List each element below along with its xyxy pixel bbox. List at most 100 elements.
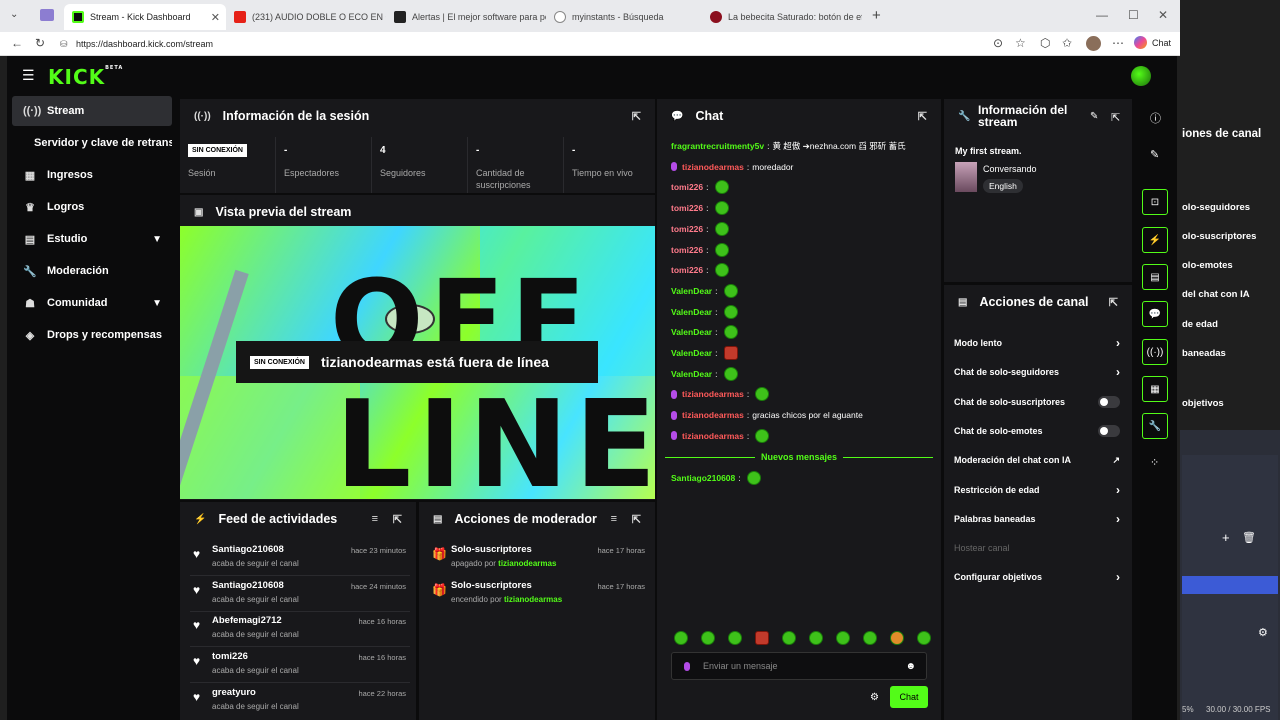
sidebar-item-estudio[interactable]: ▤ Estudio ▼ [12, 224, 172, 254]
emoji-picker-icon[interactable]: ☻ [905, 661, 916, 672]
chat-send-button[interactable]: Chat [890, 686, 928, 708]
list-item[interactable]: ♥ Santiago210608 acaba de seguir el canal h… [190, 542, 410, 576]
rail-nodes-icon[interactable]: ⁘ [1150, 456, 1159, 469]
list-item[interactable]: ♥ Santiago210608 acaba de seguir el canal h… [190, 578, 410, 612]
rail-wrench-icon[interactable]: 🔧 [1142, 413, 1168, 439]
chat-input[interactable]: Enviar un mensaje ☻ [671, 652, 927, 680]
chat-username[interactable]: tomi226 [671, 224, 703, 234]
more-menu-icon[interactable]: ⋯ [1112, 36, 1124, 50]
obs-add-icon[interactable]: + [1222, 530, 1230, 545]
mod-by-user[interactable]: tizianodearmas [498, 559, 556, 568]
category-name[interactable]: Conversando [983, 164, 1037, 174]
rail-bolt-icon[interactable]: ⚡ [1142, 227, 1168, 253]
chevron-down-icon[interactable]: ▼ [152, 234, 162, 245]
emote-icon[interactable] [836, 631, 850, 645]
kick-logo[interactable]: KICKBETA [48, 65, 123, 89]
expand-icon[interactable]: ⇱ [918, 110, 927, 123]
sidebar-item-stream[interactable]: ((·)) Stream [12, 96, 172, 126]
site-info-icon[interactable]: ⛁ [60, 39, 68, 50]
expand-icon[interactable]: ⇱ [632, 513, 641, 526]
channel-action-item[interactable]: Configurar objetivos › [954, 563, 1124, 591]
chat-username[interactable]: tomi226 [671, 182, 703, 192]
channel-action-item[interactable]: Chat de solo-seguidores › [954, 358, 1124, 386]
list-item[interactable]: ♥ tomi226 acaba de seguir el canal hace 16 … [190, 649, 410, 683]
chat-settings-icon[interactable]: ⚙ [870, 692, 879, 703]
close-tab-icon[interactable]: ✕ [211, 11, 220, 24]
sidebar-item-server-key[interactable]: Servidor y clave de retransmisión [12, 128, 172, 158]
edit-icon[interactable]: ✎ [1150, 148, 1159, 161]
sidebar-item-moderacion[interactable]: 🔧 Moderación [12, 256, 172, 286]
new-tab-icon[interactable]: + [872, 7, 881, 24]
minimize-icon[interactable]: — [1096, 8, 1108, 22]
obs-settings-icon[interactable]: ⚙ [1258, 626, 1268, 639]
emote-icon[interactable] [863, 631, 877, 645]
close-window-icon[interactable]: ✕ [1158, 8, 1168, 22]
new-messages-label[interactable]: Nuevos mensajes [755, 452, 843, 462]
user-avatar[interactable] [1131, 66, 1151, 86]
rail-broadcast-icon[interactable]: ((·)) [1142, 339, 1168, 365]
back-icon[interactable]: ← [11, 36, 23, 50]
favorite-icon[interactable]: ☆ [1015, 36, 1026, 50]
rail-scan-icon[interactable]: ⊡ [1142, 189, 1168, 215]
expand-icon[interactable]: ⇱ [1111, 111, 1120, 124]
expand-icon[interactable]: ⇱ [632, 110, 641, 123]
tab-list-chevron-icon[interactable]: ⌄ [10, 9, 18, 20]
rail-document-icon[interactable]: ▤ [1142, 264, 1168, 290]
tab-bebecita[interactable]: La bebecita Saturado: botón de efe [702, 4, 862, 30]
filter-icon[interactable]: ≡ [372, 513, 378, 525]
sidebar-item-logros[interactable]: ♛ Logros [12, 192, 172, 222]
rail-chat-icon[interactable]: 💬 [1142, 301, 1168, 327]
list-item[interactable]: ♥ Abefemagi2712 acaba de seguir el canal ha… [190, 613, 410, 647]
chat-username[interactable]: fragrantrecruitmenty5v [671, 141, 764, 151]
rail-layout-icon[interactable]: ▦ [1142, 376, 1168, 402]
chat-username[interactable]: tizianodearmas [682, 431, 744, 441]
chat-username[interactable]: tomi226 [671, 203, 703, 213]
chat-username[interactable]: Santiago210608 [671, 473, 735, 483]
expand-icon[interactable]: ⇱ [393, 513, 402, 526]
info-icon[interactable]: ⓘ [1150, 110, 1161, 126]
reload-icon[interactable]: ↻ [35, 36, 45, 50]
pinned-tab[interactable] [40, 9, 54, 21]
chat-username[interactable]: ValenDear [671, 286, 712, 296]
edit-icon[interactable]: ✎ [1090, 111, 1098, 122]
chat-username[interactable]: tizianodearmas [682, 410, 744, 420]
chat-username[interactable]: ValenDear [671, 369, 712, 379]
list-item[interactable]: ♥ greatyuro acaba de seguir el canal hace 2… [190, 685, 410, 719]
emote-icon[interactable] [917, 631, 931, 645]
channel-action-item[interactable]: Chat de solo-suscriptores [954, 388, 1124, 416]
favorites-bar-icon[interactable]: ✩ [1062, 36, 1072, 50]
sidebar-item-comunidad[interactable]: ☗ Comunidad ▼ [12, 288, 172, 318]
channel-action-item[interactable]: Palabras baneadas › [954, 505, 1124, 533]
channel-action-item[interactable]: Modo lento › [954, 329, 1124, 357]
url-field[interactable]: ⛁ https://dashboard.kick.com/stream [58, 35, 978, 53]
emote-icon[interactable] [701, 631, 715, 645]
sidebar-item-drops[interactable]: ◈ Drops y recompensas [12, 320, 172, 350]
emote-icon[interactable] [782, 631, 796, 645]
toggle-switch[interactable] [1098, 395, 1120, 408]
chat-username[interactable]: tizianodearmas [682, 389, 744, 399]
maximize-icon[interactable]: ☐ [1128, 8, 1139, 22]
emote-icon[interactable] [755, 631, 769, 645]
emote-icon[interactable] [728, 631, 742, 645]
chat-username[interactable]: ValenDear [671, 307, 712, 317]
profile-avatar[interactable] [1086, 36, 1101, 51]
chat-username[interactable]: ValenDear [671, 327, 712, 337]
filter-icon[interactable]: ≡ [611, 513, 617, 525]
mod-by-user[interactable]: tizianodearmas [504, 595, 562, 604]
sidebar-item-ingresos[interactable]: ▦ Ingresos [12, 160, 172, 190]
chat-username[interactable]: ValenDear [671, 348, 712, 358]
channel-action-item[interactable]: Chat de solo-emotes [954, 417, 1124, 445]
hamburger-menu-icon[interactable]: ☰ [22, 67, 35, 84]
chat-username[interactable]: tomi226 [671, 245, 703, 255]
list-item[interactable]: 🎁 Solo-suscriptores apagado por tizianod… [429, 542, 649, 576]
tab-youtube[interactable]: (231) AUDIO DOBLE O ECO EN OB [226, 4, 386, 30]
chevron-down-icon[interactable]: ▼ [152, 298, 162, 309]
emote-icon[interactable] [809, 631, 823, 645]
obs-delete-icon[interactable]: 🗑 [1242, 531, 1256, 544]
tab-alerts[interactable]: Alertas | El mejor software para pe [386, 4, 546, 30]
chat-username[interactable]: tizianodearmas [682, 162, 744, 172]
reader-icon[interactable]: ⊙ [993, 36, 1003, 50]
channel-action-item[interactable]: Moderación del chat con IA ↗ [954, 446, 1124, 474]
channel-action-item[interactable]: Restricción de edad › [954, 476, 1124, 504]
extensions-icon[interactable]: ⬡ [1040, 36, 1050, 50]
